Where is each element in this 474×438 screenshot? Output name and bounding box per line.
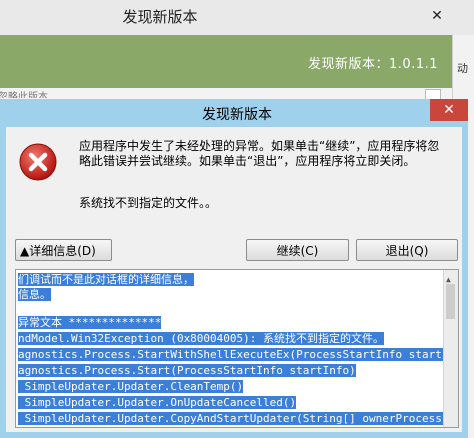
details-line: 们调试而不是此对话框的详细信息， <box>18 273 194 286</box>
details-line: SimpleUpdater.Updater.CleanTemp() <box>18 380 244 393</box>
details-textbox[interactable]: 们调试而不是此对话框的详细信息， 信息。 异常文本 **************… <box>15 269 459 428</box>
error-text: 系统找不到指定的文件。。 <box>79 196 218 210</box>
exception-message: 应用程序中发生了未经处理的异常。如果单击“继续”，应用程序将忽略此错误并尝试继续… <box>79 139 440 168</box>
details-line: agnostics.Process.Start(ProcessStartInfo… <box>18 364 356 377</box>
version-label: 发现新版本：1.0.1.1 <box>308 57 438 72</box>
error-icon <box>19 143 57 181</box>
continue-button[interactable]: 继续(C) <box>246 239 349 261</box>
details-line: SimpleUpdater.Updater.OnUpdateCancelled(… <box>18 396 297 409</box>
dialog-close-button[interactable]: ✕ <box>430 99 468 121</box>
details-line: SimpleUpdater.Updater.CopyAndStartUpdate… <box>18 412 456 425</box>
details-button[interactable]: ▲详细信息(D) <box>15 239 112 261</box>
dialog-title: 发现新版本 <box>202 107 272 123</box>
dialog-titlebar[interactable]: 发现新版本 ✕ <box>0 99 468 127</box>
background-header: 发现新版本：1.0.1.1 <box>0 35 452 88</box>
dialog-body: 应用程序中发生了未经处理的异常。如果单击“继续”，应用程序将忽略此错误并尝试继续… <box>6 127 462 432</box>
background-title: 发现新版本 <box>122 8 198 26</box>
details-line: agnostics.Process.StartWithShellExecuteE… <box>18 348 456 361</box>
background-titlebar: 发现新版本 ✕ <box>0 0 474 36</box>
close-icon[interactable]: ✕ <box>410 4 464 28</box>
details-scrollbar[interactable]: ▲ <box>443 270 458 427</box>
details-line: 异常文本 ************** <box>18 316 162 329</box>
scroll-thumb[interactable] <box>446 284 455 319</box>
background-right-text: 动 <box>457 62 468 75</box>
exception-dialog: 发现新版本 ✕ 应用程序中发生了未经处理的异常。如果单击“继续”，应用程序将忽略… <box>0 99 468 438</box>
details-line: ndModel.Win32Exception (0x80004005): 系统找… <box>18 332 385 345</box>
background-under-text: 忽略此版本 <box>0 92 48 98</box>
quit-button[interactable]: 退出(Q) <box>356 239 458 261</box>
details-line: 信息。 <box>18 288 51 301</box>
